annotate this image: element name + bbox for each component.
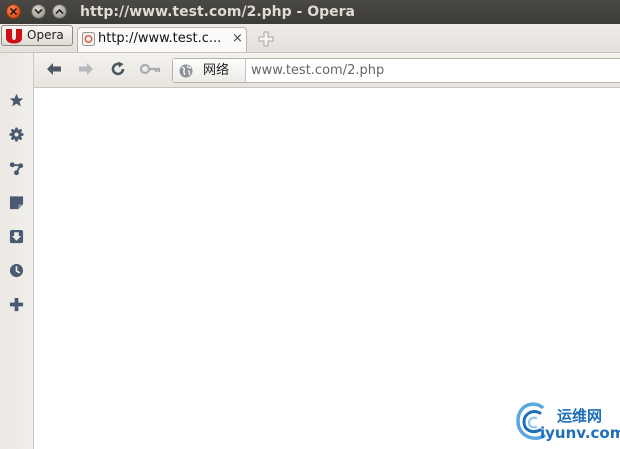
maximize-window-button[interactable] bbox=[52, 4, 67, 19]
opera-menu-button[interactable]: Opera bbox=[1, 25, 73, 46]
bookmarks-icon[interactable] bbox=[9, 93, 24, 108]
address-toolbar: 网络 bbox=[34, 53, 620, 88]
globe-icon bbox=[179, 64, 193, 78]
notes-icon[interactable] bbox=[9, 195, 24, 210]
forward-icon[interactable] bbox=[78, 61, 94, 77]
close-window-button[interactable] bbox=[6, 4, 21, 19]
back-icon[interactable] bbox=[46, 61, 62, 77]
side-panel bbox=[0, 53, 34, 449]
minimize-window-button[interactable] bbox=[31, 4, 46, 19]
tab-close-button[interactable]: × bbox=[232, 32, 243, 46]
connection-badge[interactable]: 网络 bbox=[173, 59, 246, 82]
window-title: http://www.test.com/2.php - Opera bbox=[80, 4, 355, 20]
tab-active[interactable]: http://www.test.c... × bbox=[77, 27, 247, 52]
close-icon bbox=[10, 8, 17, 15]
opera-menu-label: Opera bbox=[27, 28, 64, 42]
url-input[interactable] bbox=[251, 61, 620, 79]
watermark-cn-text: 运维网 bbox=[557, 407, 603, 425]
downloads-icon[interactable] bbox=[9, 229, 24, 244]
watermark-logo: 运维网 iyunv.com bbox=[514, 398, 620, 446]
history-icon[interactable] bbox=[9, 263, 24, 278]
wand-icon[interactable] bbox=[140, 61, 162, 77]
minimize-icon bbox=[34, 9, 43, 15]
add-panel-icon[interactable] bbox=[9, 297, 24, 312]
maximize-icon bbox=[55, 8, 64, 14]
watermark-en-text: iyunv.com bbox=[540, 424, 620, 442]
opera-logo-icon bbox=[6, 29, 22, 44]
connection-label: 网络 bbox=[203, 63, 230, 78]
unite-icon[interactable] bbox=[9, 161, 24, 176]
page-favicon-icon bbox=[82, 32, 95, 46]
reload-icon[interactable] bbox=[110, 61, 126, 77]
settings-icon[interactable] bbox=[9, 127, 24, 142]
address-bar[interactable]: 网络 bbox=[172, 58, 620, 83]
new-tab-button[interactable] bbox=[258, 31, 274, 47]
tab-strip: Opera http://www.test.c... × bbox=[0, 24, 620, 53]
window-titlebar: http://www.test.com/2.php - Opera bbox=[0, 0, 620, 24]
tab-title: http://www.test.c... bbox=[98, 31, 222, 46]
